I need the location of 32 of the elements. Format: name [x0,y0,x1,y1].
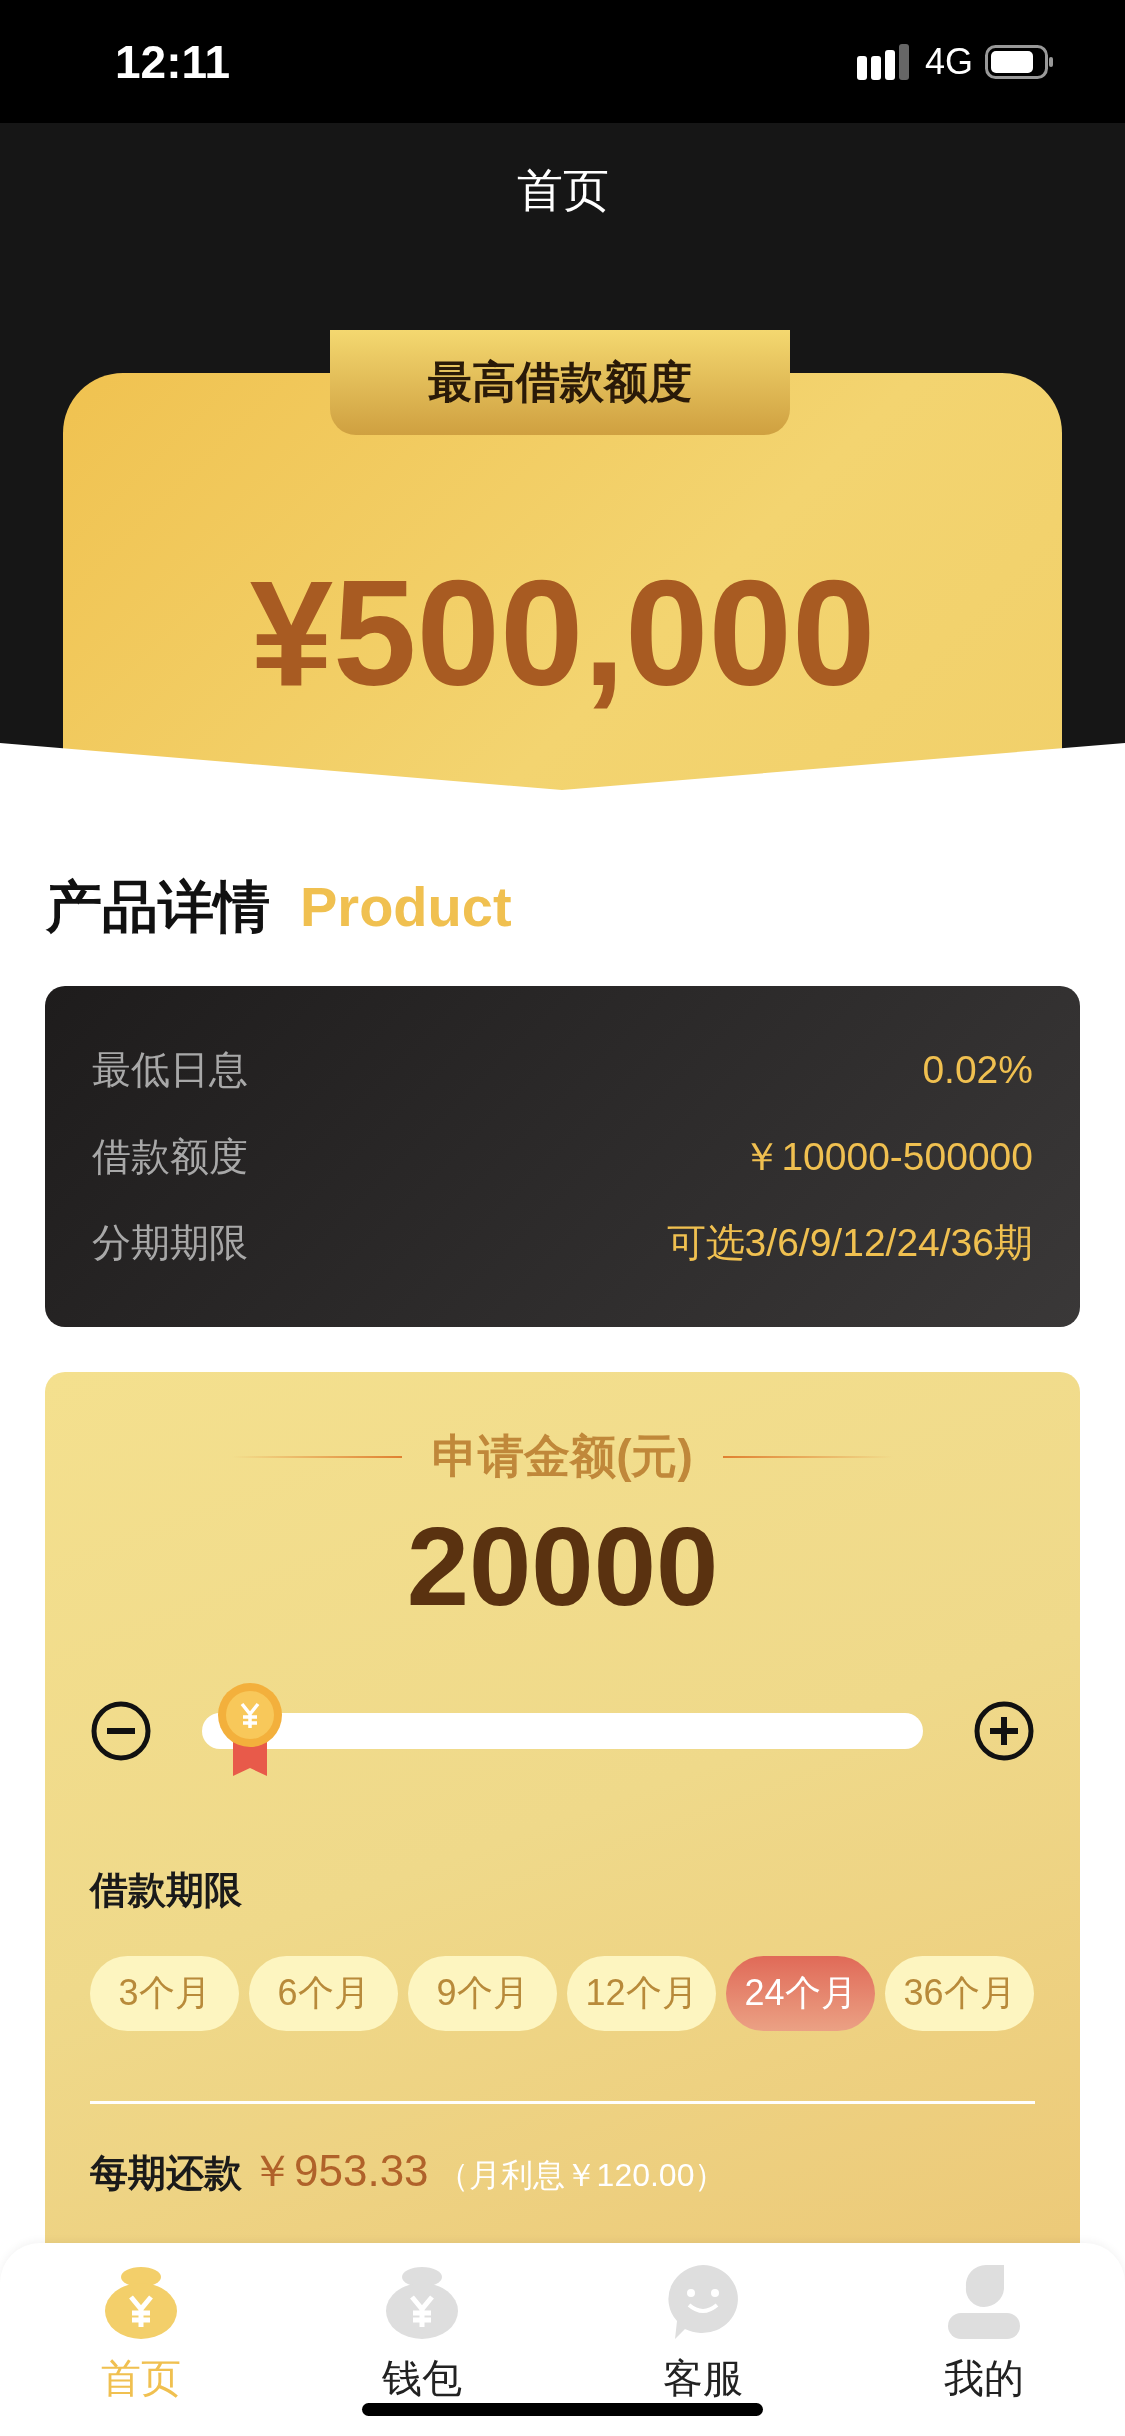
repayment-amount: ￥953.33 [250,2145,429,2197]
term-option[interactable]: 6个月 [249,1956,398,2031]
term-option[interactable]: 24个月 [726,1956,875,2031]
term-label: 借款期限 [90,1868,243,1913]
detail-label: 借款额度 [92,1133,248,1180]
network-label: 4G [924,40,973,83]
detail-value: 可选3/6/9/12/24/36期 [666,1220,1033,1266]
term-option[interactable]: 36个月 [885,1956,1034,2031]
repayment-label: 每期还款 [90,2151,242,2196]
max-loan-amount: ¥500,000 [249,548,876,718]
loan-amount: 20000 [405,1503,720,1631]
term-option[interactable]: 12个月 [567,1956,716,2031]
page-title: 首页 [516,162,609,218]
tab-item[interactable]: 我的 [843,2243,1125,2436]
detail-value: 0.02% [922,1048,1033,1092]
tab-item[interactable]: 钱包 [281,2243,563,2436]
monthly-interest-note: （月利息￥120.00） [436,2156,727,2195]
detail-value: ￥10000-500000 [742,1133,1033,1180]
term-option[interactable]: 3个月 [90,1956,239,2031]
tab-item[interactable]: 首页 [0,2243,282,2436]
detail-label: 最低日息 [92,1047,248,1093]
section-title: 产品详情 [46,874,270,940]
limit-ribbon: 最高借款额度 [330,330,790,435]
status-time: 12:11 [115,34,231,89]
battery-icon [985,44,1055,79]
tab-item[interactable]: 客服 [562,2243,844,2436]
detail-label: 分期期限 [92,1220,248,1266]
term-option[interactable]: 9个月 [408,1956,557,2031]
minus-button[interactable] [90,1700,152,1762]
section-subtitle: Product [300,874,512,939]
amount-title: 申请金额(元) [432,1429,693,1484]
plus-button[interactable] [973,1700,1035,1762]
